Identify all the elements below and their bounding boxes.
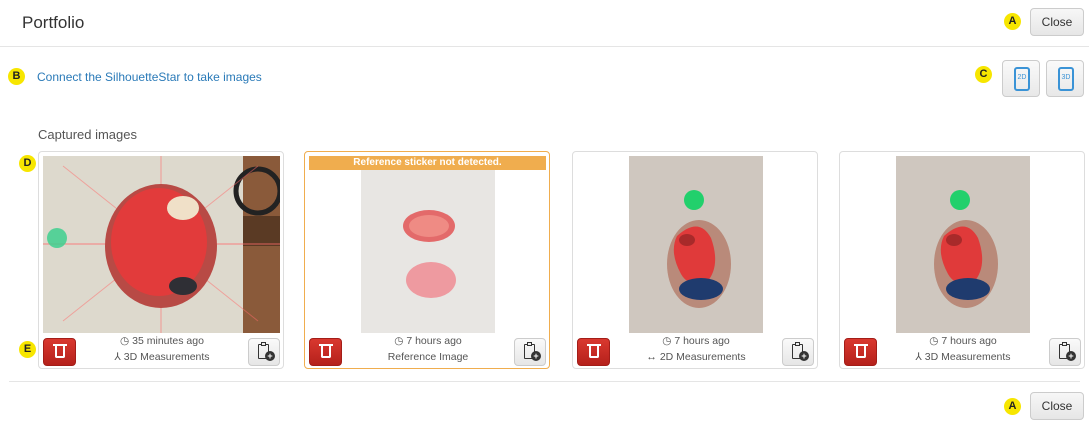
- image-card[interactable]: ◷ 7 hours ago ↔ 2D Measurements +: [572, 151, 818, 369]
- measurement-type: ⅄ 3D Measurements: [915, 351, 1011, 363]
- tablet-2d-icon: 2D: [1014, 67, 1030, 91]
- marker-a-bottom: A: [1004, 398, 1021, 415]
- connect-silhouettestar-link[interactable]: Connect the SilhouetteStar to take image…: [37, 70, 262, 84]
- 3d-axes-icon: ⅄: [114, 351, 121, 363]
- wound-photo[interactable]: [361, 170, 495, 333]
- wound-photo[interactable]: [629, 156, 763, 333]
- add-to-report-button[interactable]: +: [248, 338, 280, 366]
- page-title: Portfolio: [22, 13, 85, 32]
- image-card[interactable]: ◷ 7 hours ago ⅄ 3D Measurements +: [839, 151, 1085, 369]
- marker-a-top: A: [1004, 13, 1021, 30]
- captured-images-heading: Captured images: [38, 127, 137, 142]
- footer-divider: [9, 381, 1080, 382]
- image-card[interactable]: Reference sticker not detected. ◷ 7 hour…: [304, 151, 550, 369]
- delete-button[interactable]: [844, 338, 877, 366]
- capture-time: ◷ 35 minutes ago: [120, 335, 204, 347]
- measurement-type: Reference Image: [387, 351, 469, 363]
- marker-c: C: [975, 66, 992, 83]
- add-to-report-button[interactable]: +: [782, 338, 814, 366]
- tablet-3d-icon: 3D: [1058, 67, 1074, 91]
- warning-banner: Reference sticker not detected.: [309, 156, 546, 170]
- mode-2d-button[interactable]: 2D: [1002, 60, 1040, 97]
- capture-time: ◷ 7 hours ago: [662, 335, 730, 347]
- mode-3d-button[interactable]: 3D: [1046, 60, 1084, 97]
- close-button-bottom[interactable]: Close: [1030, 392, 1084, 420]
- add-to-report-button[interactable]: +: [514, 338, 546, 366]
- close-button-top[interactable]: Close: [1030, 8, 1084, 36]
- delete-button[interactable]: [577, 338, 610, 366]
- image-card[interactable]: ◷ 35 minutes ago ⅄ 3D Measurements +: [38, 151, 284, 369]
- marker-b: B: [8, 68, 25, 85]
- arrows-horizontal-icon: ↔: [646, 351, 657, 363]
- delete-button[interactable]: [309, 338, 342, 366]
- marker-e: E: [19, 341, 36, 358]
- measurement-type: ⅄ 3D Measurements: [114, 351, 210, 363]
- wound-photo[interactable]: [896, 156, 1030, 333]
- 3d-axes-icon: ⅄: [915, 351, 922, 363]
- measurement-type: ↔ 2D Measurements: [646, 351, 746, 363]
- delete-button[interactable]: [43, 338, 76, 366]
- wound-photo[interactable]: [43, 156, 280, 333]
- capture-time: ◷ 7 hours ago: [394, 335, 462, 347]
- add-to-report-button[interactable]: +: [1049, 338, 1081, 366]
- marker-d: D: [19, 155, 36, 172]
- header-bar: Portfolio: [0, 0, 1089, 47]
- capture-time: ◷ 7 hours ago: [929, 335, 997, 347]
